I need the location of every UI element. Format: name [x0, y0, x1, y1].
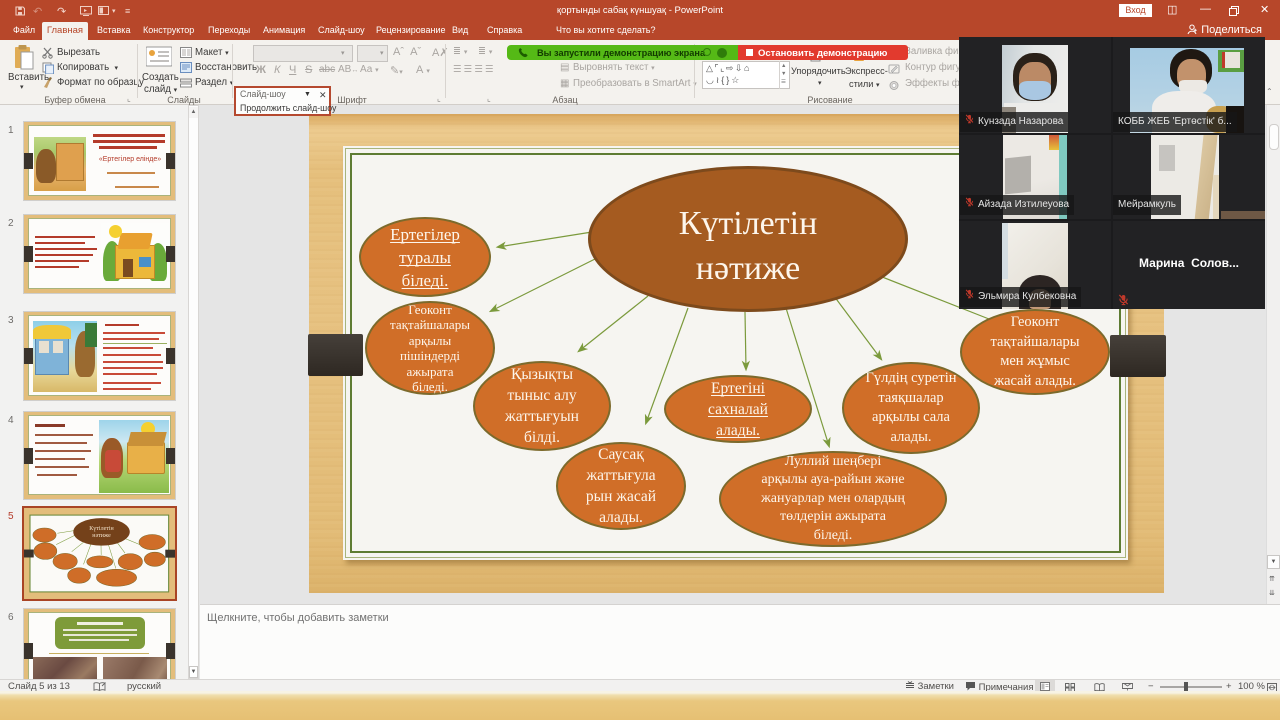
svg-text:нәтиже: нәтиже [92, 533, 111, 539]
svg-text:Күтілетін: Күтілетін [89, 526, 114, 532]
